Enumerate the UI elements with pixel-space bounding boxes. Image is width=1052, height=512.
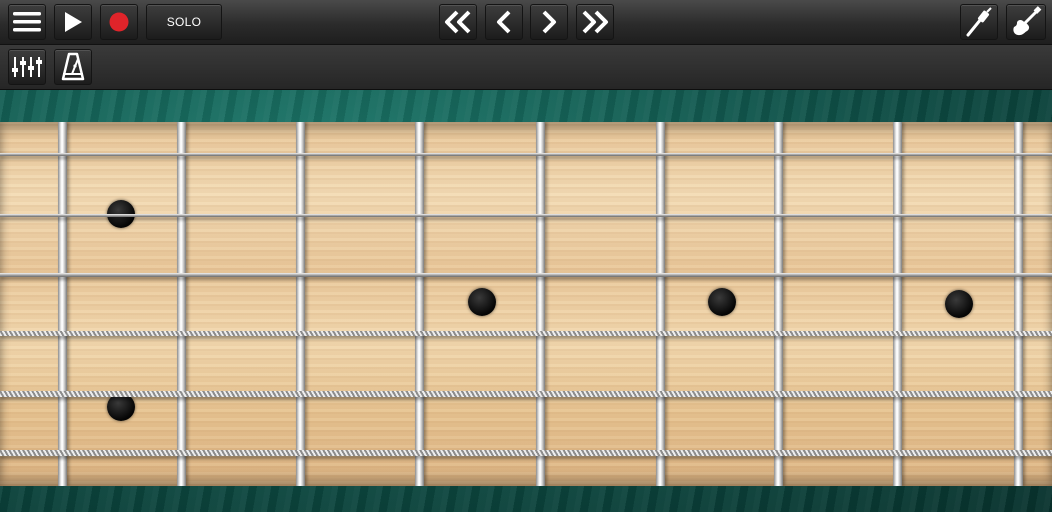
rewind-button[interactable]	[485, 4, 523, 40]
solo-label: SOLO	[166, 15, 202, 29]
secondary-toolbar	[0, 45, 1052, 90]
rewind-fast-button[interactable]	[439, 4, 477, 40]
string-3[interactable]	[0, 273, 1052, 277]
menu-button[interactable]	[8, 4, 46, 40]
fret	[536, 122, 545, 486]
metronome-button[interactable]	[54, 49, 92, 85]
cable-button[interactable]	[960, 4, 998, 40]
fret-inlay-dot	[107, 393, 135, 421]
metronome-icon	[60, 52, 86, 82]
fret	[1014, 122, 1023, 486]
fret	[415, 122, 424, 486]
fret-inlay-dot	[468, 288, 496, 316]
fretboard[interactable]	[0, 122, 1052, 486]
string-4[interactable]	[0, 331, 1052, 336]
play-icon	[62, 10, 84, 34]
instrument-button[interactable]	[1006, 4, 1046, 40]
fret	[177, 122, 186, 486]
fret	[656, 122, 665, 486]
double-chevron-left-icon	[442, 9, 474, 35]
record-button[interactable]	[100, 4, 138, 40]
mixer-sliders-icon	[11, 55, 43, 79]
fret	[774, 122, 783, 486]
solo-button[interactable]: SOLO	[146, 4, 222, 40]
forward-fast-button[interactable]	[576, 4, 614, 40]
fret	[893, 122, 902, 486]
string-5[interactable]	[0, 391, 1052, 397]
hamburger-menu-icon	[12, 10, 42, 34]
mixer-button[interactable]	[8, 49, 46, 85]
top-toolbar: SOLO	[0, 0, 1052, 45]
fret	[296, 122, 305, 486]
string-2[interactable]	[0, 214, 1052, 217]
double-chevron-right-icon	[579, 9, 611, 35]
fret-inlay-dot	[708, 288, 736, 316]
play-button[interactable]	[54, 4, 92, 40]
chevron-left-icon	[492, 9, 516, 35]
record-icon	[108, 11, 130, 33]
fret-inlay-dot	[945, 290, 973, 318]
electric-guitar-icon	[1010, 6, 1042, 38]
fret	[58, 122, 67, 486]
chevron-right-icon	[537, 9, 561, 35]
string-6[interactable]	[0, 450, 1052, 456]
forward-button[interactable]	[530, 4, 568, 40]
string-1[interactable]	[0, 153, 1052, 156]
guitar-cable-icon	[964, 6, 994, 38]
